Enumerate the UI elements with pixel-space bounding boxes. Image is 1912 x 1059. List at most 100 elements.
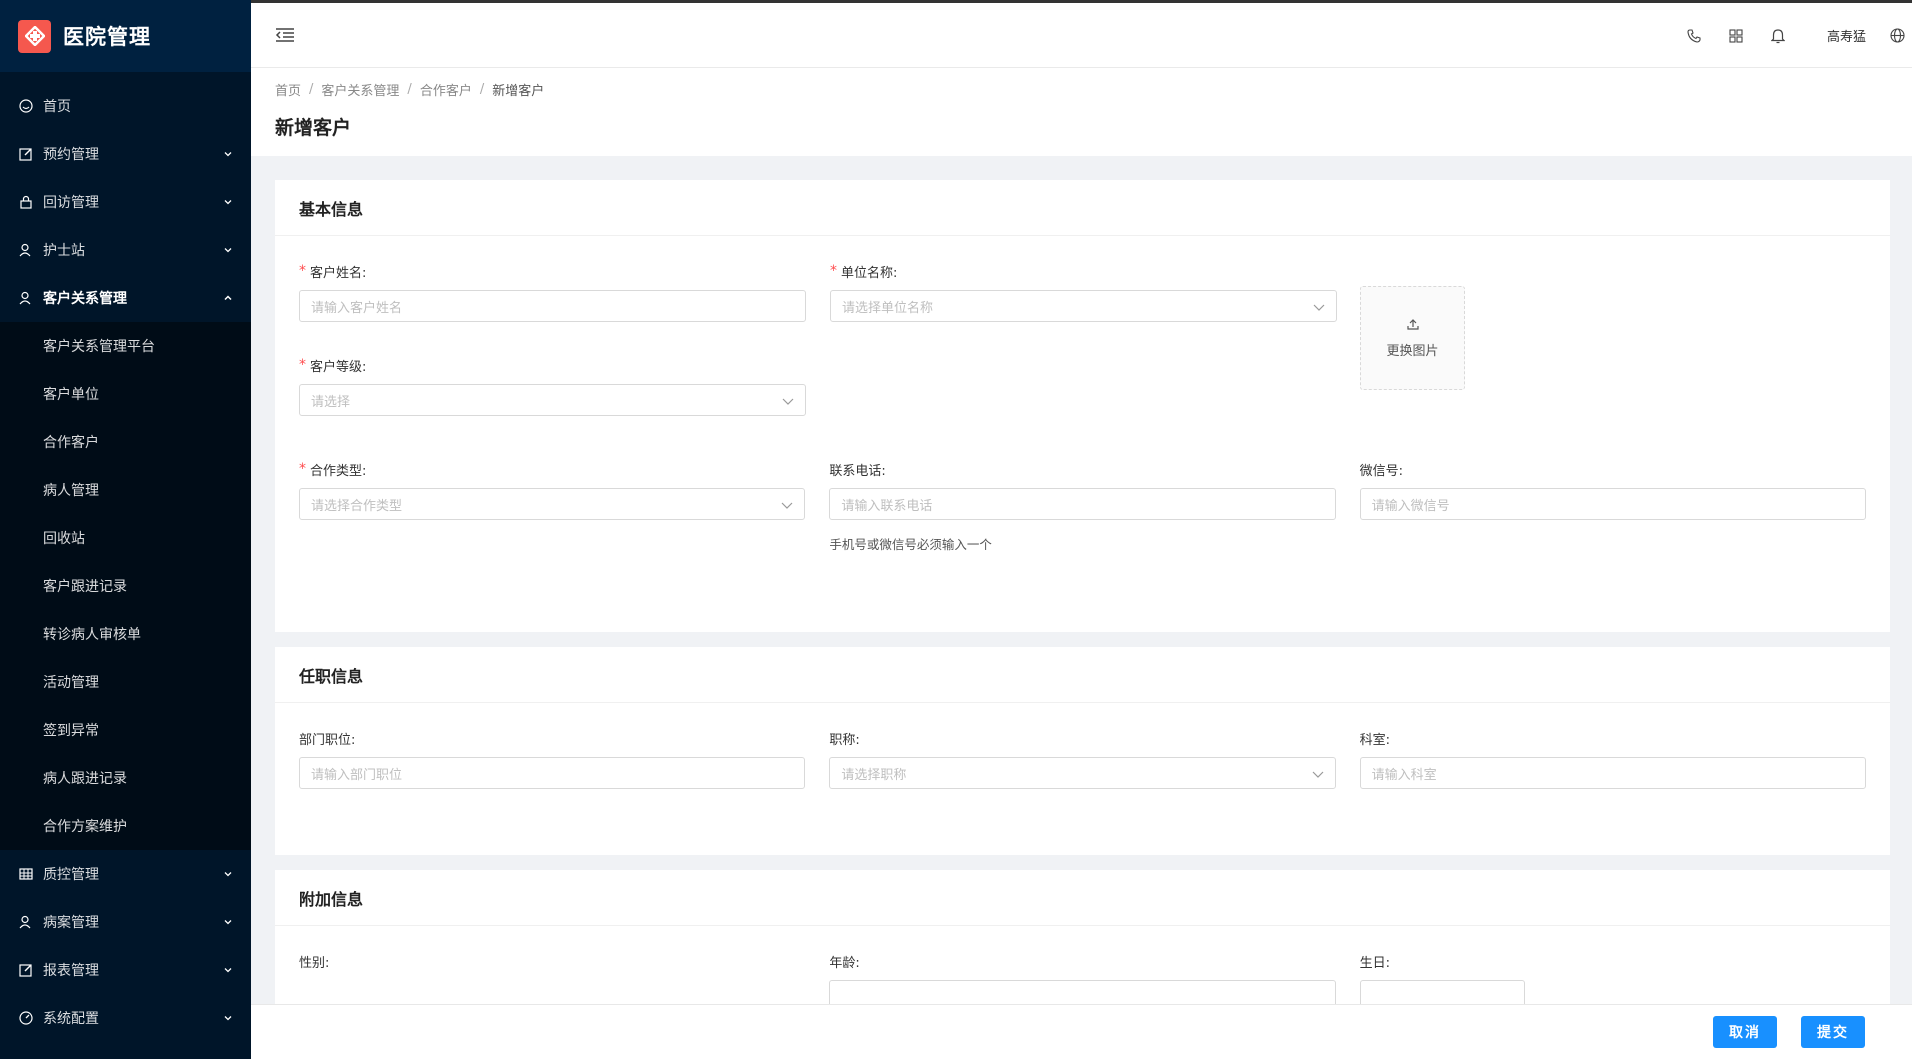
upload-icon xyxy=(1406,318,1419,334)
dept-position-field-group: 部门职位: 请输入部门职位 xyxy=(299,727,806,789)
sidebar-item-quality-control[interactable]: 质控管理 xyxy=(0,850,251,898)
coop-type-select[interactable]: 请选择合作类型 xyxy=(299,488,806,520)
top-header: 高寿猛 xyxy=(251,0,1912,68)
customer-level-label: * 客户等级: xyxy=(299,354,806,376)
dashboard-icon xyxy=(18,98,34,114)
sidebar-subitem-patient-management[interactable]: 病人管理 xyxy=(0,466,251,514)
section-title: 基本信息 xyxy=(275,180,1890,236)
sidebar-item-label: 回访管理 xyxy=(43,195,99,211)
sidebar-item-home[interactable]: 首页 xyxy=(0,82,251,130)
job-title-label: 职称: xyxy=(829,732,860,748)
sidebar-item-followup[interactable]: 回访管理 xyxy=(0,178,251,226)
sidebar-item-nurse-station[interactable]: 护士站 xyxy=(0,226,251,274)
chevron-up-icon xyxy=(223,291,233,307)
required-mark: * xyxy=(299,263,306,279)
coop-type-label: * 合作类型: xyxy=(299,458,805,480)
edit-icon xyxy=(18,962,34,978)
breadcrumb-separator: / xyxy=(479,82,485,97)
required-mark: * xyxy=(299,357,306,373)
select-placeholder: 请选择职称 xyxy=(841,767,907,783)
sidebar-item-appointments[interactable]: 预约管理 xyxy=(0,130,251,178)
chevron-down-icon xyxy=(223,147,233,163)
sidebar-subitem-checkin-exceptions[interactable]: 签到异常 xyxy=(0,706,251,754)
sidebar-item-label: 客户关系管理 xyxy=(43,291,127,307)
age-field-group: 年龄: xyxy=(829,950,1336,1012)
department-field-group: 科室: 请输入科室 xyxy=(1359,727,1866,789)
menu-fold-icon[interactable] xyxy=(275,27,295,47)
user-icon xyxy=(18,914,34,930)
sidebar-subitem-crm-platform[interactable]: 客户关系管理平台 xyxy=(0,322,251,370)
apps-grid-icon[interactable] xyxy=(1715,28,1757,43)
sidebar-item-reports[interactable]: 报表管理 xyxy=(0,946,251,994)
company-name-select[interactable]: 请选择单位名称 xyxy=(830,290,1337,322)
select-placeholder: 请选择单位名称 xyxy=(842,300,934,316)
phone-icon[interactable] xyxy=(1673,28,1715,43)
basic-info-card: 基本信息 * 客户姓名: 请输入客户姓名 * 单位名称: 请选择单位名称 更换图片 xyxy=(275,180,1890,632)
sidebar-subitem-referral-review[interactable]: 转诊病人审核单 xyxy=(0,610,251,658)
submit-button[interactable]: 提交 xyxy=(1801,1016,1865,1048)
breadcrumb: 首页 / 客户关系管理 / 合作客户 / 新增客户 xyxy=(275,80,1888,99)
customer-name-input[interactable]: 请输入客户姓名 xyxy=(299,290,806,322)
customer-name-label: * 客户姓名: xyxy=(299,260,806,282)
dashboard-icon xyxy=(18,1010,34,1026)
customer-level-field-group: * 客户等级: 请选择 xyxy=(299,354,806,416)
sidebar-item-crm[interactable]: 客户关系管理 xyxy=(0,274,251,322)
globe-icon[interactable] xyxy=(1882,28,1912,43)
sidebar-subitem-activity-management[interactable]: 活动管理 xyxy=(0,658,251,706)
bell-icon[interactable] xyxy=(1757,28,1799,44)
job-title-select[interactable]: 请选择职称 xyxy=(829,757,1336,789)
basic-info-form: * 客户姓名: 请输入客户姓名 * 单位名称: 请选择单位名称 更换图片 * 客户等级… xyxy=(275,236,1890,577)
chevron-down-icon xyxy=(1312,768,1324,783)
sidebar-menu-bottom: 质控管理 病案管理 报表管理 系统配置 xyxy=(0,850,251,1042)
hospital-logo-icon xyxy=(18,19,51,53)
user-icon xyxy=(18,290,34,306)
phone-input[interactable]: 请输入联系电话 xyxy=(829,488,1336,520)
chevron-down-icon xyxy=(223,867,233,883)
sidebar-item-label: 报表管理 xyxy=(43,963,99,979)
sidebar-subitem-recycle-bin[interactable]: 回收站 xyxy=(0,514,251,562)
section-title: 附加信息 xyxy=(275,870,1890,926)
select-placeholder: 请选择 xyxy=(311,394,351,410)
change-image-upload[interactable]: 更换图片 xyxy=(1360,286,1465,390)
wechat-label: 微信号: xyxy=(1359,463,1404,479)
department-input[interactable]: 请输入科室 xyxy=(1359,757,1866,789)
phone-field-group: 联系电话: 请输入联系电话 手机号或微信号必须输入一个 xyxy=(829,458,1336,553)
breadcrumb-crm[interactable]: 客户关系管理 xyxy=(321,80,399,99)
edit-icon xyxy=(18,146,34,162)
dept-position-input[interactable]: 请输入部门职位 xyxy=(299,757,806,789)
label-text: 客户姓名: xyxy=(310,265,367,281)
section-title: 任职信息 xyxy=(275,647,1890,703)
sidebar-subitem-customer-units[interactable]: 客户单位 xyxy=(0,370,251,418)
job-info-card: 任职信息 部门职位: 请输入部门职位 职称: 请选择职称 科室: 请输入科室 xyxy=(275,647,1890,855)
user-icon xyxy=(18,242,34,258)
sidebar-item-system-config[interactable]: 系统配置 xyxy=(0,994,251,1042)
sidebar: 医院管理 首页 预约管理 回访管理 护士站 客户关系管理 客户关系管理平台 客户… xyxy=(0,0,251,1059)
breadcrumb-partner-customers[interactable]: 合作客户 xyxy=(420,80,472,99)
header-actions: 高寿猛 xyxy=(1673,3,1912,68)
upload-label: 更换图片 xyxy=(1386,343,1439,359)
customer-level-select[interactable]: 请选择 xyxy=(299,384,806,416)
wechat-field-group: 微信号: 请输入微信号 xyxy=(1359,458,1866,553)
sidebar-subitem-customer-followup[interactable]: 客户跟进记录 xyxy=(0,562,251,610)
breadcrumb-home[interactable]: 首页 xyxy=(275,80,301,99)
sidebar-subitem-cooperation-plans[interactable]: 合作方案维护 xyxy=(0,802,251,850)
sidebar-item-label: 护士站 xyxy=(43,243,85,259)
page-header: 首页 / 客户关系管理 / 合作客户 / 新增客户 新增客户 xyxy=(251,68,1912,156)
app-logo-area[interactable]: 医院管理 xyxy=(0,0,251,72)
required-mark: * xyxy=(299,461,306,477)
breadcrumb-separator: / xyxy=(407,82,412,97)
sidebar-subitem-partner-customers[interactable]: 合作客户 xyxy=(0,418,251,466)
user-name[interactable]: 高寿猛 xyxy=(1827,26,1866,45)
crm-submenu: 客户关系管理平台 客户单位 合作客户 病人管理 回收站 客户跟进记录 转诊病人审… xyxy=(0,322,251,850)
chevron-down-icon xyxy=(781,499,793,514)
form-footer: 取消 提交 xyxy=(251,1004,1912,1059)
company-name-field-group: * 单位名称: 请选择单位名称 xyxy=(830,260,1337,322)
sidebar-item-label: 质控管理 xyxy=(43,867,99,883)
cancel-button[interactable]: 取消 xyxy=(1713,1016,1777,1048)
sidebar-item-medical-records[interactable]: 病案管理 xyxy=(0,898,251,946)
job-title-field-group: 职称: 请选择职称 xyxy=(829,727,1336,789)
wechat-input[interactable]: 请输入微信号 xyxy=(1359,488,1866,520)
sidebar-subitem-patient-followup[interactable]: 病人跟进记录 xyxy=(0,754,251,802)
breadcrumb-current: 新增客户 xyxy=(492,84,545,99)
breadcrumb-separator: / xyxy=(309,82,314,97)
